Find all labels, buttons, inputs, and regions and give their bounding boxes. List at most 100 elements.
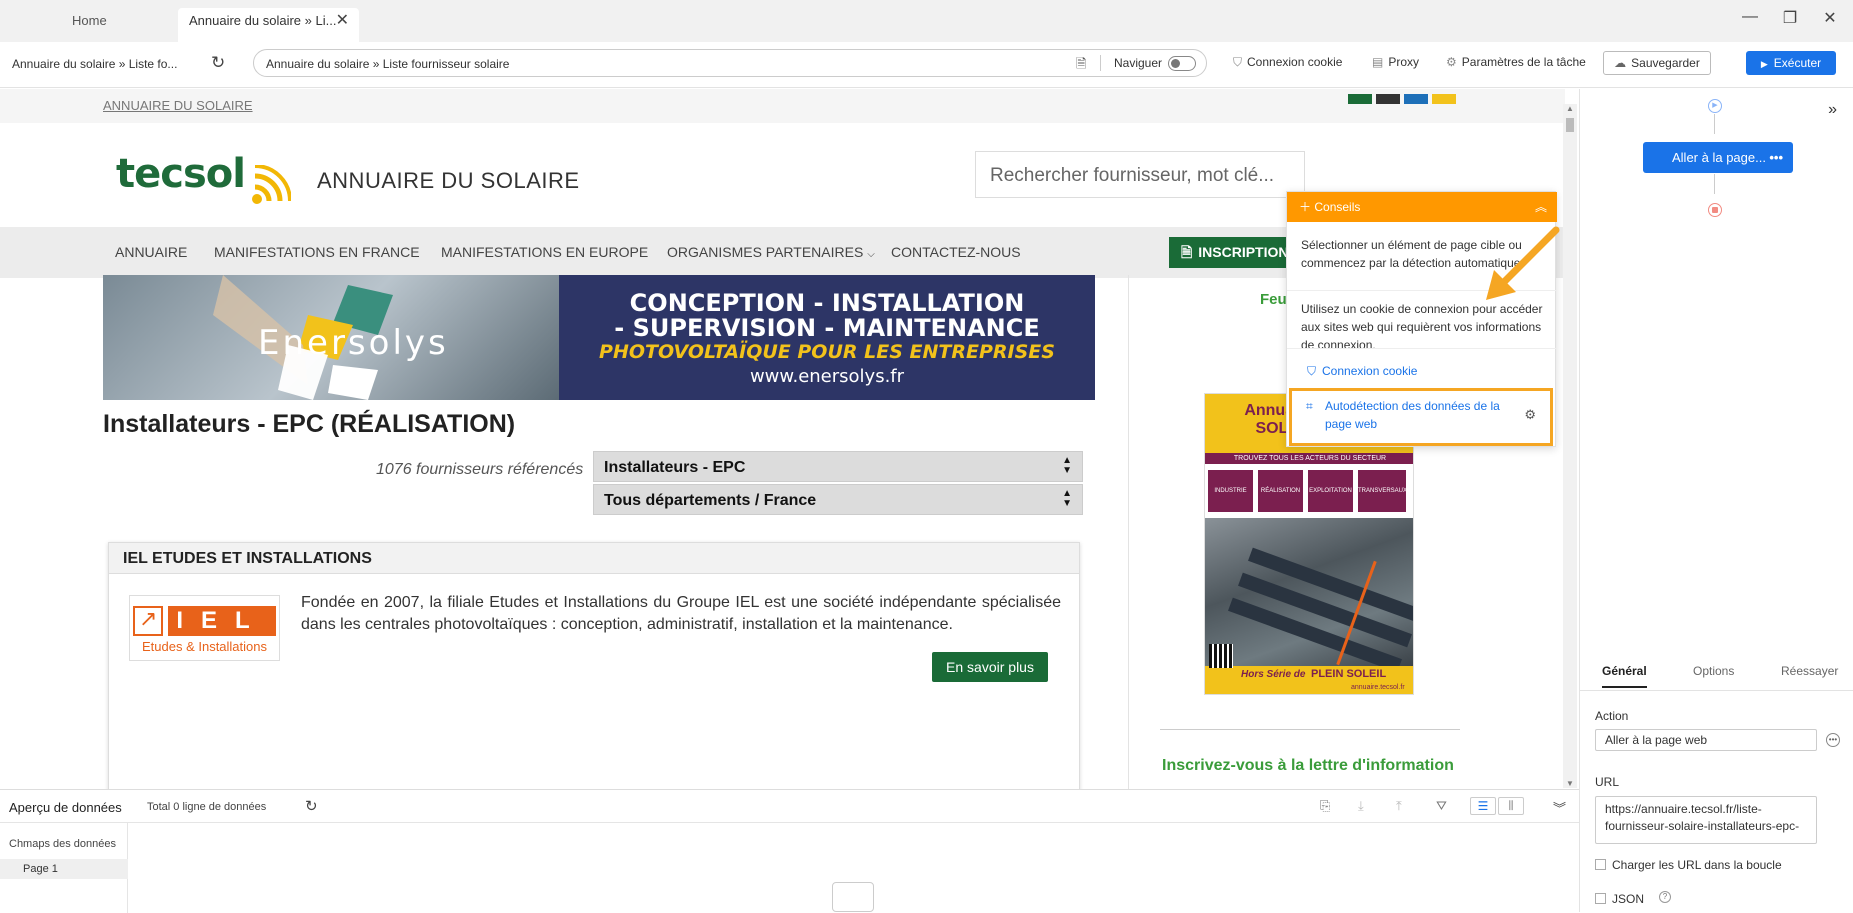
tab-annuaire-label: Annuaire du solaire » Li... (189, 13, 337, 28)
banner-line2: - SUPERVISION - MAINTENANCE (614, 314, 1040, 342)
tips-title: Conseils (1314, 200, 1361, 214)
tab-annuaire[interactable]: Annuaire du solaire » Li... ✕ (178, 8, 359, 42)
arrow-up-right-icon: ↗ (133, 606, 163, 636)
close-icon[interactable]: ✕ (336, 8, 349, 34)
action-field[interactable]: Aller à la page web (1595, 729, 1817, 751)
supplier-name[interactable]: IEL ETUDES ET INSTALLATIONS (123, 550, 372, 568)
scroll-thumb[interactable] (1566, 118, 1574, 132)
magazine-cat: TRANSVERSAUX (1358, 470, 1407, 512)
color-square (1376, 94, 1400, 104)
site-top-link[interactable]: ANNUAIRE DU SOLAIRE (103, 98, 253, 113)
shield-icon: ⛉ (1233, 55, 1243, 69)
site-name: ANNUAIRE DU SOLAIRE (317, 168, 580, 193)
color-square (1404, 94, 1428, 104)
upload-icon[interactable]: ⤒ (1396, 798, 1402, 814)
supplier-search-input[interactable]: Rechercher fournisseur, mot clé... (975, 151, 1305, 198)
scroll-up-icon[interactable]: ▲ (1566, 104, 1574, 113)
region-select-value: Tous départements / France (604, 492, 817, 509)
site-top-strip: ANNUAIRE DU SOLAIRE (0, 89, 1565, 123)
gear-icon[interactable]: ⚙ (1524, 407, 1536, 423)
tips-text-select: Sélectionner un élément de page cible ou… (1301, 238, 1522, 270)
list-view-icon[interactable]: ☰ (1470, 797, 1496, 815)
loop-urls-checkbox[interactable] (1595, 859, 1606, 870)
navigate-toggle[interactable] (1168, 56, 1196, 71)
sun-waves-icon (252, 165, 291, 204)
site-scrollbar[interactable]: ▲ ▼ (1563, 104, 1577, 788)
tips-cookie-link[interactable]: ⛉ Connexion cookie (1307, 364, 1417, 379)
ad-banner[interactable]: Enersolys CONCEPTION - INSTALLATION - SU… (103, 275, 1095, 400)
minimize-icon[interactable]: — (1735, 8, 1765, 26)
category-select[interactable]: Installateurs - EPC ▲ ▼ (593, 451, 1083, 482)
flow-step-goto-page[interactable]: Aller à la page... ••• (1643, 142, 1793, 173)
nav-manifestations-france[interactable]: MANIFESTATIONS EN FRANCE (214, 244, 420, 260)
panel-tabs: Général Options Réessayer (1580, 657, 1853, 691)
tab-options[interactable]: Options (1693, 664, 1734, 678)
chevron-up-icon[interactable]: ︽ (1535, 192, 1547, 222)
divider (1287, 290, 1557, 291)
nav-manifestations-europe[interactable]: MANIFESTATIONS EN EUROPE (441, 244, 648, 260)
tab-general[interactable]: Général (1602, 664, 1647, 688)
download-icon[interactable]: ⤓ (1358, 798, 1364, 814)
inscription-label: INSCRIPTION (1198, 244, 1289, 260)
tab-retry[interactable]: Réessayer (1781, 664, 1838, 678)
tips-cookie-label: Connexion cookie (1322, 364, 1418, 378)
play-icon: ▶ (1760, 59, 1768, 69)
category-select-value: Installateurs - EPC (604, 459, 746, 476)
tecsol-logo[interactable]: tecsol (116, 151, 246, 197)
gear-icon: ⚙ (1446, 55, 1457, 69)
magazine-photo (1205, 518, 1413, 666)
flow-step-label: Aller à la page... (1672, 150, 1766, 165)
nav-contact[interactable]: CONTACTEZ-NOUS (891, 244, 1021, 260)
nav-annuaire[interactable]: ANNUAIRE (115, 244, 187, 260)
iel-logo[interactable]: ↗ IEL Etudes & Installations (129, 595, 280, 661)
url-text: Annuaire du solaire » Liste fournisseur … (266, 57, 510, 71)
restore-icon[interactable]: ❐ (1775, 8, 1805, 28)
autodetect-option[interactable]: ⌗ Autodétection des données de la page w… (1289, 388, 1553, 446)
task-params-button[interactable]: ⚙ Paramètres de la tâche (1446, 55, 1586, 69)
more-icon[interactable]: ••• (1826, 733, 1840, 747)
run-button[interactable]: ▶ Exécuter (1746, 51, 1836, 75)
data-fields-sidebar: Chmaps des données Page 1 (0, 823, 128, 913)
more-icon[interactable]: ••• (1769, 142, 1783, 173)
more-info-button[interactable]: En savoir plus (932, 652, 1048, 682)
column-view-icon[interactable]: ⫼ (1498, 797, 1524, 815)
page-heading: Installateurs - EPC (RÉALISATION) (103, 410, 516, 438)
divider (1100, 55, 1101, 71)
tips-popup: ＋ Conseils ︽ Sélectionner un élément de … (1286, 191, 1557, 447)
scan-icon: ⌗ (1306, 399, 1313, 413)
divider (1128, 275, 1129, 789)
magazine-cat: INDUSTRIE (1208, 470, 1253, 512)
filter-icon[interactable]: ⛛ (1436, 798, 1447, 814)
page-item[interactable]: Page 1 (0, 859, 128, 879)
url-textarea[interactable]: https://annuaire.tecsol.fr/liste-fournis… (1595, 796, 1817, 844)
color-square (1348, 94, 1372, 104)
magazine-cats: INDUSTRIE RÉALISATION EXPLOITATION TRANS… (1205, 464, 1413, 518)
url-input[interactable]: Annuaire du solaire » Liste fournisseur … (253, 49, 1207, 77)
region-select[interactable]: Tous départements / France ▲ ▼ (593, 484, 1083, 515)
refresh-icon[interactable]: ↻ (305, 797, 318, 815)
help-icon[interactable]: ? (1659, 891, 1671, 903)
divider (1160, 729, 1460, 730)
cookie-label: Connexion cookie (1247, 55, 1343, 69)
scroll-down-icon[interactable]: ▼ (1566, 779, 1574, 788)
chevrons-right-icon[interactable]: » (1828, 101, 1837, 119)
tab-home[interactable]: Home (40, 8, 180, 42)
cookie-button[interactable]: ⛉ Connexion cookie (1233, 55, 1342, 70)
window-close-icon[interactable]: ✕ (1815, 8, 1845, 28)
banner-brand: Enersolys (258, 323, 449, 363)
newsletter-title: Inscrivez-vous à la lettre d'information (1162, 757, 1454, 774)
banner-line3: PHOTOVOLTAÏQUE POUR LES ENTREPRISES (599, 341, 1055, 363)
reload-icon[interactable]: ↻ (211, 53, 225, 73)
proxy-button[interactable]: ▤ Proxy (1372, 55, 1419, 69)
banner-text: CONCEPTION - INSTALLATION - SUPERVISION … (559, 275, 1095, 400)
save-button[interactable]: ☁ Sauvegarder (1603, 51, 1711, 75)
nav-organismes[interactable]: ORGANISMES PARTENAIRES ⌵ (667, 244, 875, 260)
collapse-down-icon[interactable]: ︾ (1553, 798, 1566, 817)
json-checkbox[interactable] (1595, 893, 1606, 904)
document-icon[interactable]: 🗎 (1076, 55, 1086, 77)
banner-photo: Enersolys (103, 275, 559, 400)
color-square (1432, 94, 1456, 104)
export-icon[interactable]: ⎘ (1320, 798, 1330, 814)
magazine-tagline: TROUVEZ TOUS LES ACTEURS DU SECTEUR (1205, 453, 1413, 464)
magazine-footer-text: Hors Série de (1241, 669, 1306, 680)
